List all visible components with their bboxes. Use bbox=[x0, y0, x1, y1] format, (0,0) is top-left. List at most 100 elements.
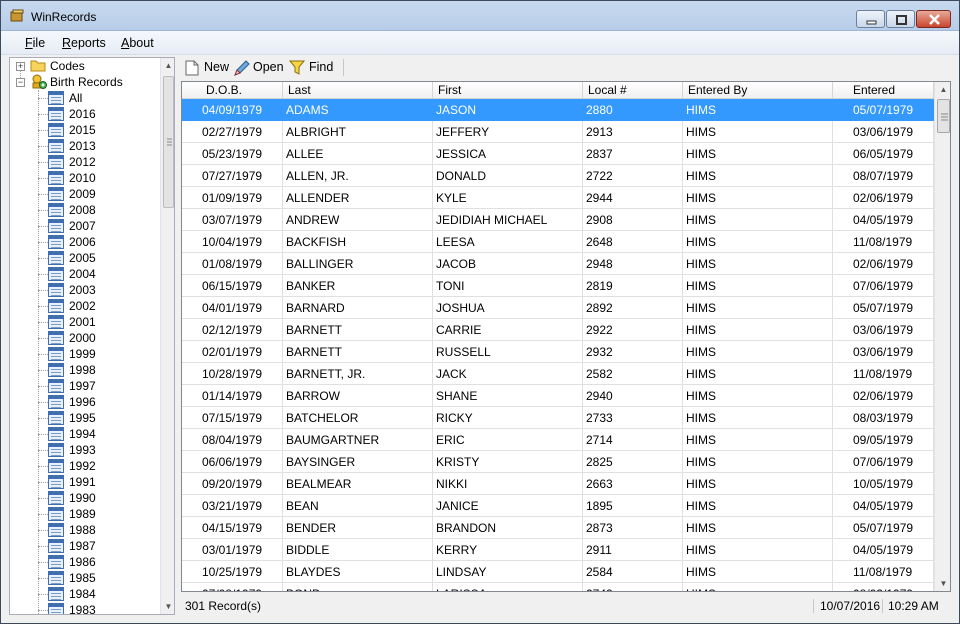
table-row[interactable]: 04/09/1979 ADAMS JASON 2880 HIMS 05/07/1979 bbox=[182, 99, 934, 121]
menu-file-label: ile bbox=[32, 36, 46, 50]
table-row[interactable]: 01/14/1979 BARROW SHANE 2940 HIMS 02/06/1979 bbox=[182, 385, 934, 407]
cell-entered: 08/07/1979 bbox=[833, 165, 934, 187]
cell-local-number: 2714 bbox=[583, 429, 683, 451]
tree-scrollbar[interactable]: ▲ ▼ bbox=[160, 58, 174, 614]
cell-dob: 03/07/1979 bbox=[182, 209, 283, 231]
table-row[interactable]: 06/15/1979 BANKER TONI 2819 HIMS 07/06/1979 bbox=[182, 275, 934, 297]
table-row[interactable]: 03/21/1979 BEAN JANICE 1895 HIMS 04/05/1979 bbox=[182, 495, 934, 517]
column-header-last[interactable]: Last bbox=[283, 82, 433, 99]
tree-node-year-label: 2003 bbox=[69, 283, 96, 297]
grid-scrollbar[interactable]: ▲ ▼ bbox=[934, 82, 950, 591]
calendar-icon bbox=[48, 331, 64, 345]
tree-scroll-thumb[interactable] bbox=[163, 76, 174, 208]
cell-last: ALBRIGHT bbox=[283, 121, 433, 143]
table-row[interactable]: 07/15/1979 BATCHELOR RICKY 2733 HIMS 08/03/19… bbox=[182, 407, 934, 429]
table-row[interactable]: 03/07/1979 ANDREW JEDIDIAH MICHAEL 2908 HIMS… bbox=[182, 209, 934, 231]
table-row[interactable]: 04/01/1979 BARNARD JOSHUA 2892 HIMS 05/07/197… bbox=[182, 297, 934, 319]
table-row[interactable]: 10/04/1979 BACKFISH LEESA 2648 HIMS 11/08/197… bbox=[182, 231, 934, 253]
records-tree[interactable]: + Codes − Birth Records All 2016 2015 2013 2… bbox=[9, 57, 175, 615]
title-bar[interactable]: WinRecords bbox=[1, 1, 959, 31]
cell-local-number: 2837 bbox=[583, 143, 683, 165]
cell-entered-by: HIMS bbox=[683, 429, 833, 451]
records-grid[interactable]: D.O.B. Last First Local # Entered By Ent… bbox=[181, 81, 951, 592]
cell-last: BACKFISH bbox=[283, 231, 433, 253]
column-header-entered[interactable]: Entered bbox=[833, 82, 934, 99]
cell-last: ALLEN, JR. bbox=[283, 165, 433, 187]
scroll-down-icon[interactable]: ▼ bbox=[163, 601, 174, 612]
table-row[interactable]: 01/08/1979 BALLINGER JACOB 2948 HIMS 02/06/19… bbox=[182, 253, 934, 275]
menu-reports[interactable]: Reports bbox=[62, 36, 106, 50]
cell-entered: 04/05/1979 bbox=[833, 539, 934, 561]
cell-dob: 06/15/1979 bbox=[182, 275, 283, 297]
cell-local-number: 2913 bbox=[583, 121, 683, 143]
new-button[interactable]: New bbox=[183, 58, 229, 78]
calendar-icon bbox=[48, 507, 64, 521]
column-header-local-number[interactable]: Local # bbox=[583, 82, 683, 99]
tree-node-year-label: 1994 bbox=[69, 427, 96, 441]
close-button[interactable] bbox=[916, 10, 951, 28]
tree-node-year-label: 1996 bbox=[69, 395, 96, 409]
maximize-button[interactable] bbox=[886, 10, 915, 28]
collapse-birth-records-toggle[interactable]: − bbox=[16, 78, 25, 87]
table-row[interactable]: 05/23/1979 ALLEE JESSICA 2837 HIMS 06/05/1979 bbox=[182, 143, 934, 165]
folder-icon bbox=[30, 60, 46, 72]
grid-scroll-thumb[interactable] bbox=[937, 99, 950, 133]
table-row[interactable]: 06/06/1979 BAYSINGER KRISTY 2825 HIMS 07/06/1… bbox=[182, 451, 934, 473]
table-row[interactable]: 10/28/1979 BARNETT, JR. JACK 2582 HIMS 11/08/… bbox=[182, 363, 934, 385]
find-button[interactable]: Find bbox=[289, 58, 341, 78]
cell-entered-by: HIMS bbox=[683, 231, 833, 253]
open-button[interactable]: Open bbox=[233, 58, 287, 78]
table-row[interactable]: 07/27/1979 ALLEN, JR. DONALD 2722 HIMS 08/07/… bbox=[182, 165, 934, 187]
cell-dob: 02/01/1979 bbox=[182, 341, 283, 363]
column-header-first[interactable]: First bbox=[433, 82, 583, 99]
tree-line bbox=[38, 450, 48, 451]
grid-header: D.O.B. Last First Local # Entered By Ent… bbox=[182, 82, 934, 99]
scroll-up-icon[interactable]: ▲ bbox=[938, 84, 949, 95]
cell-entered: 03/06/1979 bbox=[833, 319, 934, 341]
table-row[interactable]: 01/09/1979 ALLENDER KYLE 2944 HIMS 02/06/1979 bbox=[182, 187, 934, 209]
cell-entered-by: HIMS bbox=[683, 253, 833, 275]
column-header-entered-by[interactable]: Entered By bbox=[683, 82, 833, 99]
cell-last: BOND bbox=[283, 583, 433, 591]
table-row[interactable]: 04/15/1979 BENDER BRANDON 2873 HIMS 05/07/197… bbox=[182, 517, 934, 539]
scroll-up-icon[interactable]: ▲ bbox=[163, 60, 174, 71]
table-row[interactable]: 02/12/1979 BARNETT CARRIE 2922 HIMS 03/06/197… bbox=[182, 319, 934, 341]
table-row[interactable]: 07/08/1979BONDLARISSA2742HIMS08/03/1979 bbox=[182, 583, 934, 591]
cell-entered-by: HIMS bbox=[683, 495, 833, 517]
column-header-dob[interactable]: D.O.B. bbox=[182, 82, 283, 99]
table-row[interactable]: 02/01/1979 BARNETT RUSSELL 2932 HIMS 03/06/19… bbox=[182, 341, 934, 363]
cell-entered: 06/05/1979 bbox=[833, 143, 934, 165]
calendar-icon bbox=[48, 203, 64, 217]
cell-first: KERRY bbox=[433, 539, 583, 561]
cell-entered: 03/06/1979 bbox=[833, 341, 934, 363]
scroll-down-icon[interactable]: ▼ bbox=[938, 578, 949, 589]
calendar-icon bbox=[48, 123, 64, 137]
tree-line bbox=[38, 562, 48, 563]
tree-line bbox=[38, 178, 48, 179]
cell-first: SHANE bbox=[433, 385, 583, 407]
table-row[interactable]: 08/04/1979 BAUMGARTNER ERIC 2714 HIMS 09/05/1… bbox=[182, 429, 934, 451]
table-row[interactable]: 02/27/1979 ALBRIGHT JEFFERY 2913 HIMS 03/06/1… bbox=[182, 121, 934, 143]
table-row[interactable]: 09/20/1979 BEALMEAR NIKKI 2663 HIMS 10/05/197… bbox=[182, 473, 934, 495]
calendar-icon bbox=[48, 603, 64, 614]
menu-file[interactable]: File bbox=[25, 36, 45, 50]
cell-local-number: 2825 bbox=[583, 451, 683, 473]
cell-entered-by: HIMS bbox=[683, 143, 833, 165]
calendar-icon bbox=[48, 267, 64, 281]
tree-line bbox=[38, 322, 48, 323]
tree-node-year-label: 2015 bbox=[69, 123, 96, 137]
cell-last: BARNETT bbox=[283, 319, 433, 341]
cell-last: BARNETT, JR. bbox=[283, 363, 433, 385]
cell-first: JEDIDIAH MICHAEL bbox=[433, 209, 583, 231]
cell-first: LINDSAY bbox=[433, 561, 583, 583]
tree-node-year-label: 1986 bbox=[69, 555, 96, 569]
expand-codes-toggle[interactable]: + bbox=[16, 62, 25, 71]
cell-last: ALLEE bbox=[283, 143, 433, 165]
table-row[interactable]: 10/25/1979 BLAYDES LINDSAY 2584 HIMS 11/08/19… bbox=[182, 561, 934, 583]
menu-about[interactable]: About bbox=[121, 36, 154, 50]
minimize-button[interactable] bbox=[856, 10, 885, 28]
cell-dob: 09/20/1979 bbox=[182, 473, 283, 495]
cell-last: ADAMS bbox=[283, 99, 433, 121]
table-row[interactable]: 03/01/1979 BIDDLE KERRY 2911 HIMS 04/05/1979 bbox=[182, 539, 934, 561]
cell-last: BENDER bbox=[283, 517, 433, 539]
